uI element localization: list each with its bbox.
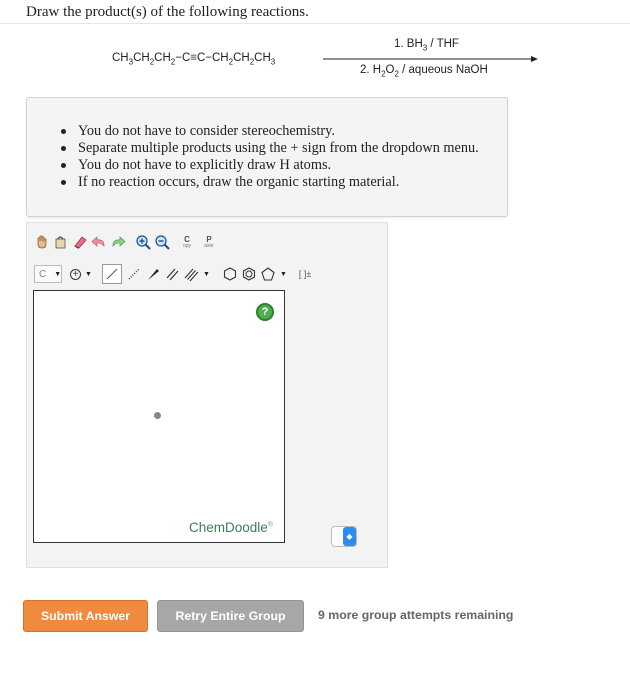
zoom-in-icon[interactable] [135,234,151,250]
chevron-down-icon[interactable]: ▼ [280,271,287,278]
toolbar-row-1: C opy P aste [34,232,220,252]
copy-button[interactable]: C opy [179,234,195,250]
retry-group-button[interactable]: Retry Entire Group [157,600,304,632]
drawing-canvas[interactable]: ? ChemDoodle® [33,290,285,543]
paste-icon: P [206,235,212,244]
divider [0,23,630,24]
toolbar-row-2: C ▼ + ▼ ▼ ▼ [ ]± [34,264,311,284]
reaction-condition-1: 1. BH3 / THF [394,38,459,53]
instruction-item: If no reaction occurs, draw the organic … [61,174,479,191]
plus-circle-icon: + [70,268,81,280]
dashed-bond-icon[interactable] [126,266,142,282]
instructions-list: You do not have to consider stereochemis… [61,123,479,191]
copy-icon: C [184,235,190,244]
chevron-down-icon: ▼ [85,270,92,278]
add-charge-button[interactable]: + ▼ [70,265,94,283]
single-bond-icon [106,268,118,280]
instruction-item: You do not have to explicitly draw H ato… [61,157,479,174]
hand-pan-icon[interactable] [34,234,50,250]
cyclopentane-icon[interactable] [260,266,276,282]
chemdoodle-logo: ChemDoodle® [189,520,273,535]
double-bond-icon[interactable] [164,266,180,282]
redo-icon[interactable] [110,234,126,250]
instruction-item: You do not have to consider stereochemis… [61,123,479,140]
undo-icon[interactable] [91,234,107,250]
benzene-icon[interactable] [241,266,257,282]
triple-bond-icon[interactable] [183,266,199,282]
lasso-select-icon[interactable] [53,234,69,250]
instructions-panel: You do not have to consider stereochemis… [26,97,508,217]
reaction-condition-2: 2. H2O2 / aqueous NaOH [360,64,488,79]
paste-button[interactable]: P aste [201,234,217,250]
charge-brackets-button[interactable]: [ ]± [299,269,311,279]
instruction-item: Separate multiple products using the + s… [61,140,479,157]
single-bond-button[interactable] [102,264,122,284]
product-separator-dropdown[interactable]: ◆ [331,526,357,547]
cyclohexane-icon[interactable] [222,266,238,282]
eraser-icon[interactable] [72,234,88,250]
submit-answer-button[interactable]: Submit Answer [23,600,148,632]
chevron-down-icon[interactable]: ▼ [203,271,210,278]
updown-chevron-icon: ◆ [343,527,356,546]
canvas-cursor-dot [154,412,161,419]
wedge-bond-icon[interactable] [145,266,161,282]
chevron-down-icon: ▼ [54,270,62,278]
zoom-out-icon[interactable] [154,234,170,250]
question-prompt: Draw the product(s) of the following rea… [26,4,309,20]
reactant-formula: CH3CH2CH2−C≡C−CH2CH2CH3 [112,52,276,67]
atom-selector[interactable]: C ▼ [34,265,62,283]
attempts-remaining: 9 more group attempts remaining [318,608,514,622]
help-icon[interactable]: ? [256,303,274,321]
